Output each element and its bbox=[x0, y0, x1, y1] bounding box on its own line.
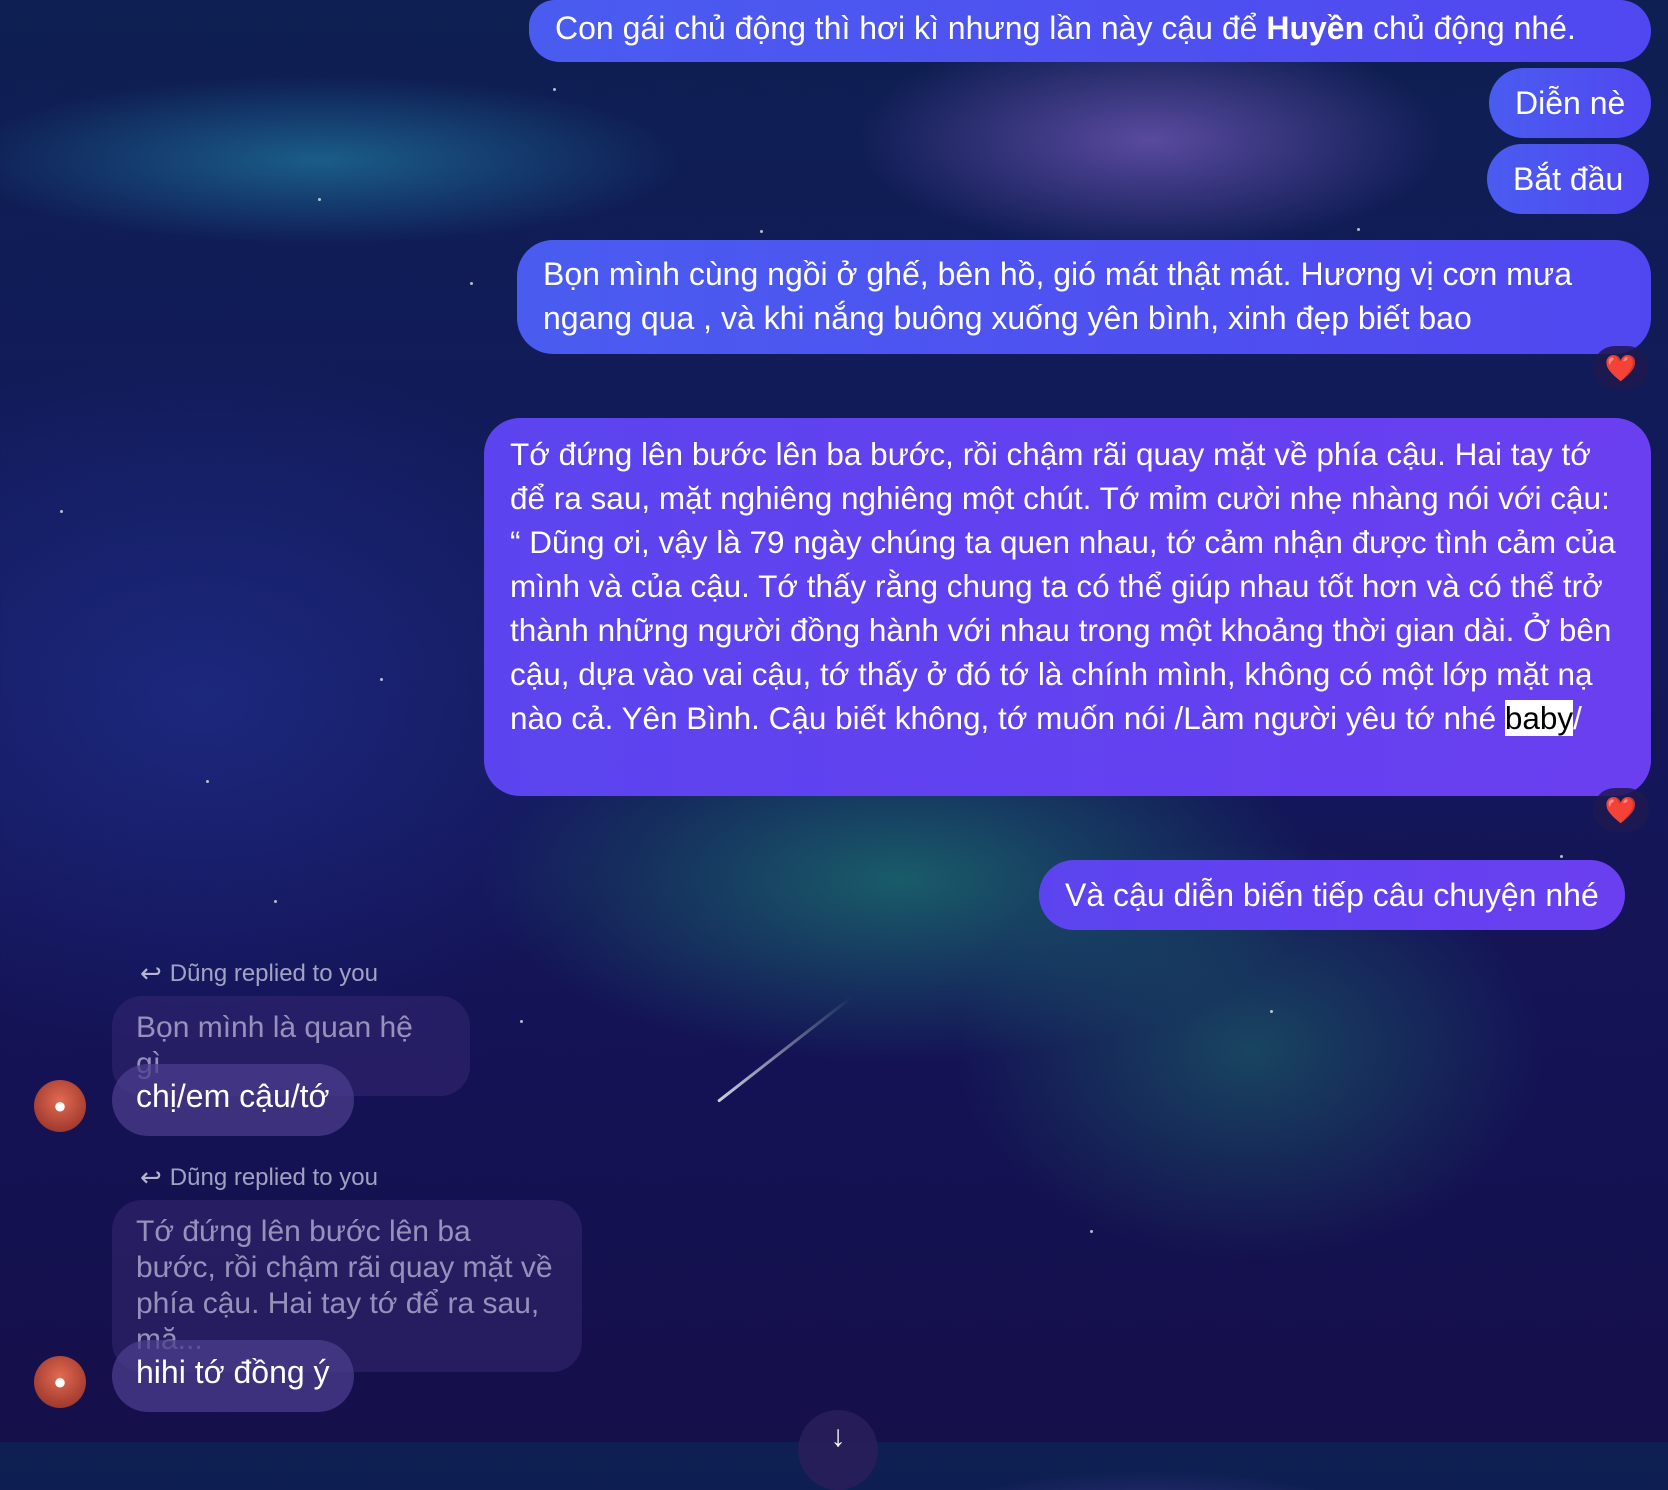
scroll-down-button[interactable]: ↓ bbox=[798, 1410, 878, 1490]
incoming-message[interactable]: hihi tớ đồng ý bbox=[112, 1340, 354, 1412]
avatar-icon: ● bbox=[53, 1093, 67, 1118]
heart-icon: ❤️ bbox=[1604, 352, 1638, 383]
outgoing-message-2[interactable]: Diễn nè bbox=[1489, 68, 1652, 138]
outgoing-message-6[interactable]: Và cậu diễn biến tiếp câu chuyện nhé bbox=[1039, 860, 1625, 930]
message-text: chị/em cậu/tớ bbox=[136, 1078, 330, 1114]
message-text: Và cậu diễn biến tiếp câu chuyện nhé bbox=[1065, 877, 1599, 913]
heart-icon: ❤️ bbox=[1604, 794, 1638, 825]
arrow-down-icon: ↓ bbox=[830, 1420, 846, 1453]
quoted-text: Tớ đứng lên bước lên ba bước, rồi chậm r… bbox=[136, 1215, 553, 1356]
reply-label-text: Dũng replied to you bbox=[169, 1163, 378, 1191]
heart-reaction[interactable]: ❤️ bbox=[1593, 346, 1649, 390]
message-text-end: / bbox=[1573, 700, 1582, 736]
message-text: Con gái chủ động thì hơi kì nhưng lần nà… bbox=[555, 10, 1267, 46]
outgoing-message-1[interactable]: Con gái chủ động thì hơi kì nhưng lần nà… bbox=[529, 0, 1651, 62]
reply-indicator: ↩ Dũng replied to you bbox=[140, 1162, 378, 1193]
reply-arrow-icon: ↩ bbox=[140, 958, 162, 988]
contact-avatar[interactable]: ● bbox=[34, 1080, 86, 1132]
message-text: Tớ đứng lên bước lên ba bước, rồi chậm r… bbox=[510, 436, 1616, 736]
highlighted-word: baby bbox=[1504, 700, 1574, 736]
message-text: hihi tớ đồng ý bbox=[136, 1354, 330, 1390]
outgoing-message-4[interactable]: Bọn mình cùng ngồi ở ghế, bên hồ, gió má… bbox=[517, 240, 1651, 354]
outgoing-message-5[interactable]: Tớ đứng lên bước lên ba bước, rồi chậm r… bbox=[484, 418, 1651, 796]
avatar-icon: ● bbox=[53, 1369, 67, 1394]
outgoing-message-3[interactable]: Bắt đầu bbox=[1487, 144, 1650, 214]
contact-avatar[interactable]: ● bbox=[34, 1356, 86, 1408]
meteor-streak bbox=[717, 995, 853, 1103]
heart-reaction[interactable]: ❤️ bbox=[1593, 788, 1649, 832]
message-text: Bọn mình cùng ngồi ở ghế, bên hồ, gió má… bbox=[543, 256, 1572, 336]
message-text: Diễn nè bbox=[1515, 85, 1626, 121]
reply-label-text: Dũng replied to you bbox=[169, 959, 378, 987]
incoming-message[interactable]: chị/em cậu/tớ bbox=[112, 1064, 354, 1136]
message-bold-name: Huyền bbox=[1266, 10, 1365, 46]
message-text: Bắt đầu bbox=[1513, 161, 1624, 197]
reply-indicator: ↩ Dũng replied to you bbox=[140, 958, 378, 989]
message-text-end: chủ động nhé. bbox=[1364, 10, 1576, 46]
reply-arrow-icon: ↩ bbox=[140, 1162, 162, 1192]
